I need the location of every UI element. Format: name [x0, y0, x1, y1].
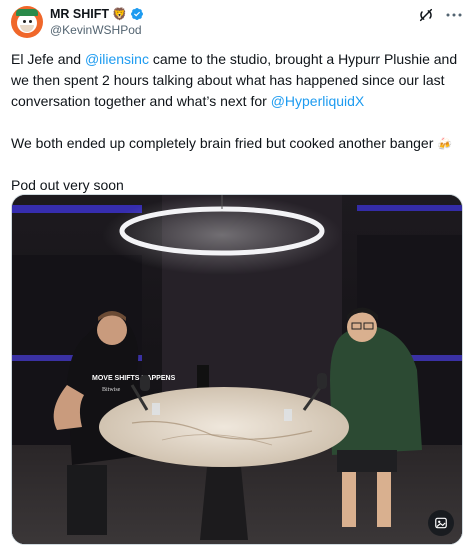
lion-emoji: 🦁 — [112, 7, 127, 21]
person-left-head — [97, 315, 127, 345]
blue-light-strip — [12, 205, 142, 213]
post-text: El Jefe and @iliensinc came to the studi… — [11, 49, 463, 196]
post-paragraph: El Jefe and @iliensinc came to the studi… — [11, 49, 463, 112]
beer-emoji: 🍻 — [437, 137, 453, 151]
display-name[interactable]: MR SHIFT — [50, 7, 109, 21]
header-actions — [417, 6, 463, 24]
post-header: MR SHIFT 🦁 @KevinWSHPod — [11, 6, 463, 46]
person-right-leg — [377, 472, 391, 527]
image-alt-icon[interactable] — [428, 510, 454, 536]
handle[interactable]: @KevinWSHPod — [50, 23, 142, 37]
microphone — [140, 375, 150, 391]
avatar-eye — [23, 20, 26, 23]
post-text-segment: Pod out very soon — [11, 177, 124, 193]
studio-photo: MOVE SHIFTS HAPPENS Bitwise — [12, 195, 462, 544]
avatar[interactable] — [11, 6, 43, 38]
verified-badge-icon[interactable] — [130, 7, 144, 21]
post-text-segment: El Jefe and — [11, 51, 85, 67]
person-right-leg — [342, 472, 356, 527]
grok-icon[interactable] — [417, 6, 435, 24]
avatar-eye — [29, 20, 32, 23]
post-image[interactable]: MOVE SHIFTS HAPPENS Bitwise — [11, 194, 463, 545]
name-row: MR SHIFT 🦁 — [50, 7, 144, 21]
blue-light-strip — [357, 205, 462, 211]
glass — [284, 409, 292, 421]
person-left-legs — [67, 465, 107, 535]
person-right-shorts — [337, 450, 397, 472]
microphone — [317, 373, 327, 389]
more-options-icon[interactable] — [445, 6, 463, 24]
table-base — [200, 467, 248, 540]
avatar-hat — [16, 9, 38, 16]
glass — [152, 403, 160, 415]
post-paragraph: We both ended up completely brain fried … — [11, 133, 463, 154]
shirt-text: MOVE SHIFTS HAPPENS — [92, 375, 176, 382]
mention-link[interactable]: @HyperliquidX — [271, 93, 365, 109]
post-paragraph: Pod out very soon — [11, 175, 463, 196]
mention-link[interactable]: @iliensinc — [85, 51, 149, 67]
post-text-segment: We both ended up completely brain fried … — [11, 135, 438, 151]
shirt-sub-text: Bitwise — [102, 387, 121, 393]
